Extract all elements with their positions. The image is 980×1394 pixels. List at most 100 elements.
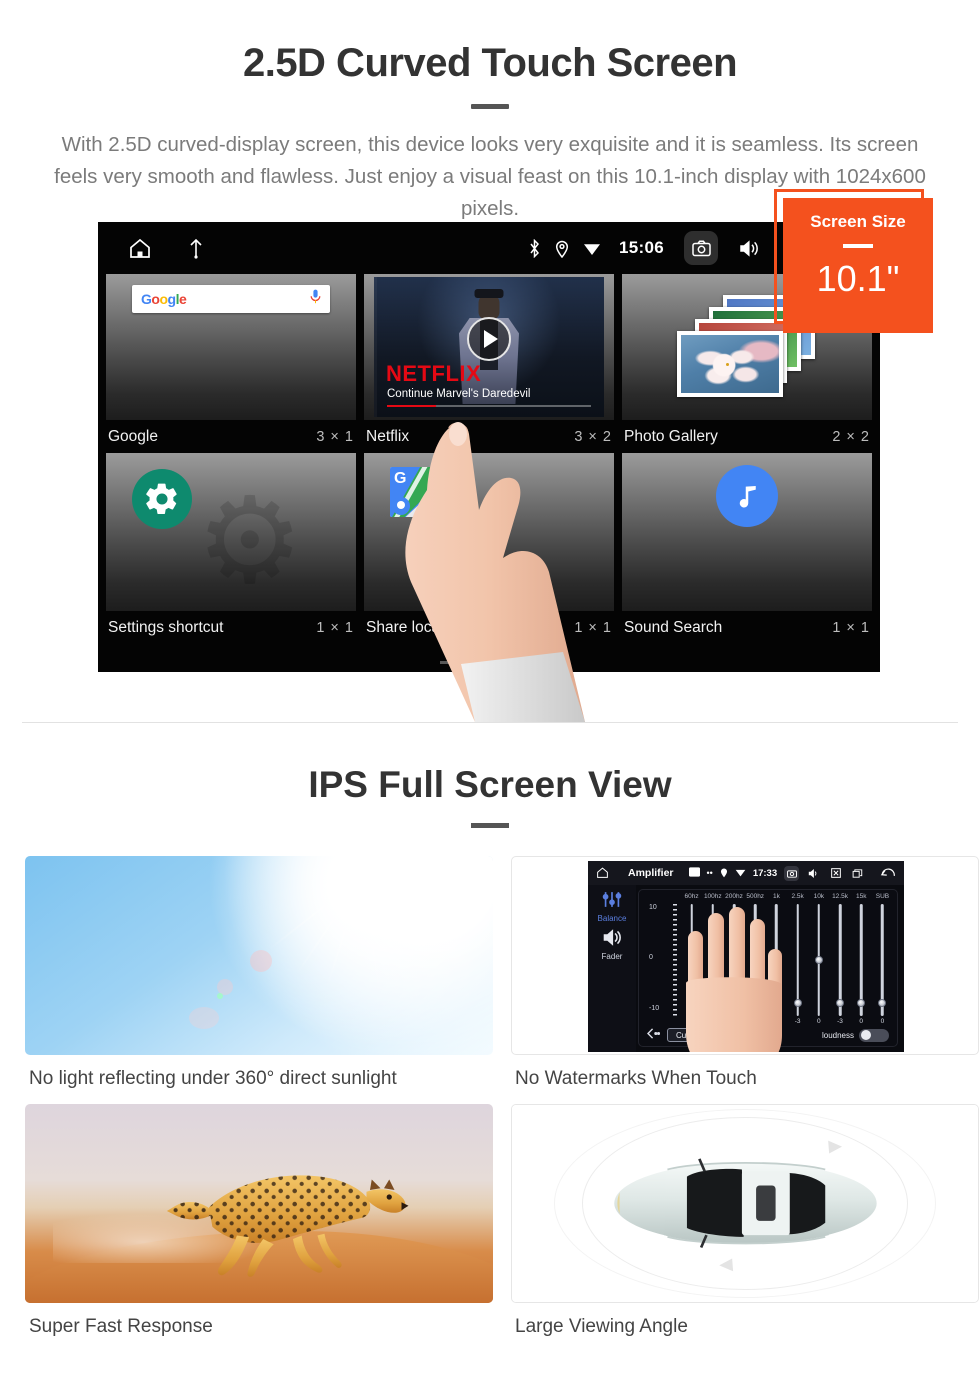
page-dot-2[interactable] [476,661,502,664]
more-icon[interactable]: •• [707,868,713,878]
close-box-icon[interactable] [828,866,843,881]
widget-google[interactable]: Google Google 3 × 1 [106,274,356,453]
widget-label-row: Sound Search 1 × 1 [622,611,872,644]
band-value: -3 [837,1018,843,1025]
band-value: 0 [859,1018,864,1025]
device-screen: 15:06 Google Google 3 × 1 NETFLIX Contin… [98,222,880,672]
speaker-icon[interactable] [588,929,636,951]
netflix-progress-bar [387,404,591,407]
car-top-view-illustration [511,1104,979,1303]
feature-card-fast-response: Super Fast Response [25,1104,493,1338]
gallery-icon[interactable] [688,867,700,879]
band-value: 0 [880,1018,885,1025]
band-value: 0 [817,1018,821,1025]
back-arrow-icon[interactable] [880,867,895,880]
widget-label-row: Share location 1 × 1 [364,611,614,644]
widget-netflix[interactable]: NETFLIX Continue Marvel's Daredevil Netf… [364,274,614,453]
widget-label-row: Google 3 × 1 [106,420,356,453]
home-icon[interactable] [596,866,609,881]
netflix-widget[interactable]: NETFLIX Continue Marvel's Daredevil [364,274,614,420]
ips-full-screen-view-section: IPS Full Screen View No light reflecting… [0,722,980,1352]
fader-label[interactable]: Fader [588,952,636,961]
netflix-subtitle: Continue Marvel's Daredevil [387,388,531,400]
band-label: 1k [772,893,780,900]
play-icon[interactable] [467,316,511,361]
badge-rule [843,244,873,248]
widget-name: Google [108,427,158,445]
wifi-icon [735,868,746,879]
wifi-icon [583,241,601,256]
page-dot-1[interactable] [440,661,466,664]
settings-gear-widget[interactable]: ⚙ [106,453,356,611]
google-search-widget[interactable]: Google [106,274,356,420]
card-caption: Large Viewing Angle [515,1316,688,1337]
band-label: 2.5k [791,893,804,900]
google-maps-widget[interactable]: G [364,453,614,611]
card-caption: No light reflecting under 360° direct su… [29,1068,397,1089]
volume-icon[interactable] [732,231,766,265]
camera-icon[interactable] [684,231,718,265]
scale-top: 10 [649,904,657,911]
page-dot-3[interactable] [512,661,538,664]
widget-size: 3 × 1 [316,428,354,445]
section-two-underline-rule [471,823,509,828]
widget-size: 1 × 1 [574,619,612,636]
feature-card-viewing-angle: Large Viewing Angle [511,1104,979,1338]
amplifier-title: Amplifier [628,867,674,879]
usb-icon [188,237,204,259]
title-underline-rule [471,104,509,109]
band-label: 200hz [725,893,743,900]
recents-icon[interactable] [850,866,865,881]
feature-card-sunlight: No light reflecting under 360° direct su… [25,856,493,1090]
sliders-icon[interactable] [588,891,636,913]
amplifier-clock: 17:33 [752,867,778,879]
status-bar-clock: 15:06 [619,238,664,257]
slider-knob[interactable] [836,998,845,1007]
widget-size: 1 × 1 [316,619,354,636]
band-slider[interactable] [872,904,893,1016]
rotation-arrows [719,1140,843,1272]
page-indicator[interactable] [440,661,538,664]
maps-icon: G [390,467,442,517]
slider-knob[interactable] [814,956,823,964]
band-slider[interactable] [808,904,829,1016]
band-slider[interactable] [851,904,872,1016]
android-device-screenshot: 15:06 Google Google 3 × 1 NETFLIX Contin… [98,222,880,672]
slider-knob[interactable] [878,998,887,1007]
location-pin-icon [720,867,728,880]
band-label: SUB [875,893,890,900]
widget-sound-search[interactable]: Sound Search 1 × 1 [622,453,872,644]
widget-label-row: Netflix 3 × 2 [364,420,614,453]
google-search-bar[interactable]: Google [132,285,330,313]
prev-arrow-icon[interactable] [646,1026,661,1044]
loudness-toggle[interactable] [859,1028,889,1042]
home-icon[interactable] [128,236,152,260]
widget-settings-shortcut[interactable]: ⚙ Settings shortcut 1 × 1 [106,453,356,644]
badge-value: 10.1" [816,257,900,299]
google-logo: Google [141,291,187,307]
volume-icon[interactable] [806,866,821,881]
widget-share-location[interactable]: G Share location 1 × 1 [364,453,614,644]
camera-icon[interactable] [784,865,800,881]
scale-bottom: -10 [649,1004,660,1012]
amplifier-screen: Amplifier •• 17:33 Balance Fader 60hz 10… [588,861,904,1052]
sound-search-widget[interactable] [622,453,872,611]
music-note-icon [716,465,778,527]
amplifier-status-bar: Amplifier •• 17:33 [588,861,904,885]
band-label: 60hz [684,893,699,900]
band-label: 10k [813,893,825,900]
widget-picker-grid: Google Google 3 × 1 NETFLIX Continue Mar… [98,274,880,672]
background-gear-icon: ⚙ [196,474,304,609]
gear-icon [132,469,192,529]
feature-card-grid: No light reflecting under 360° direct su… [25,856,979,1352]
balance-label[interactable]: Balance [588,914,636,923]
amplifier-sidebar: Balance Fader [588,885,636,1052]
slider-knob[interactable] [857,998,866,1007]
band-slider[interactable] [829,904,850,1016]
widget-name: Settings shortcut [108,618,224,636]
microphone-icon[interactable] [310,289,321,309]
netflix-brand: NETFLIX [386,361,482,386]
open-hand-illustration [676,905,796,1052]
bluetooth-icon [528,238,541,258]
cheetah-illustration [128,1148,437,1279]
